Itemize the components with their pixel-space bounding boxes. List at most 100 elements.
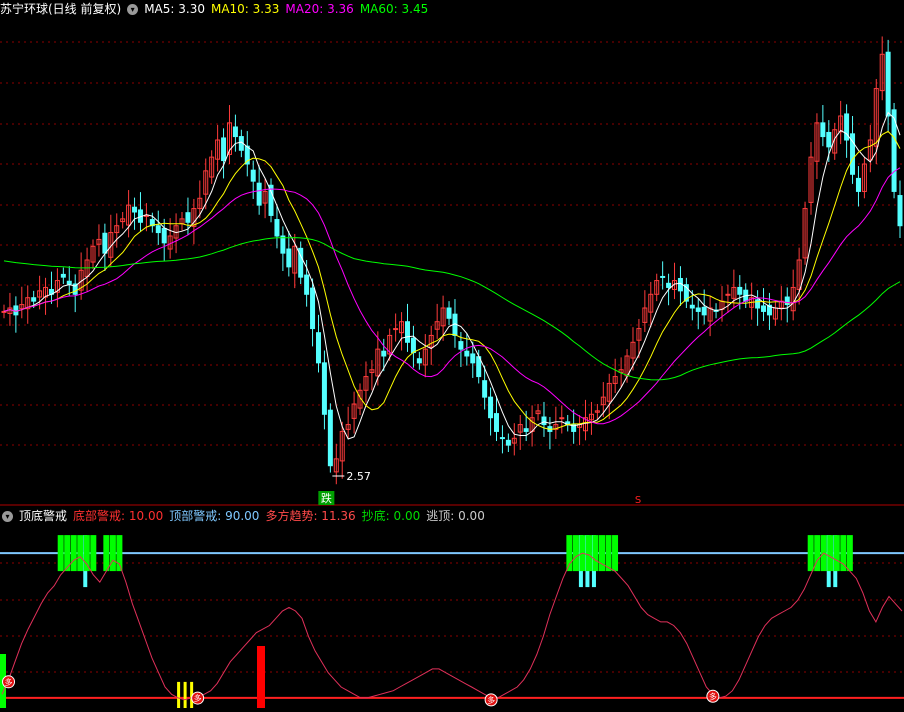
indicator-settings-icon[interactable]: ▾ xyxy=(2,511,13,522)
top-zone-bar xyxy=(109,535,116,572)
candle-body xyxy=(737,286,743,295)
candle-body xyxy=(102,232,108,254)
candle-body xyxy=(541,416,547,426)
candle-body xyxy=(482,380,488,398)
candle-body xyxy=(221,137,227,162)
ma10-label: MA10: 3.33 xyxy=(210,2,280,16)
top-zone-bar xyxy=(833,535,840,572)
candle-body xyxy=(660,275,666,278)
top-zone-bar xyxy=(70,535,77,572)
candle-body xyxy=(784,296,790,306)
candle-body xyxy=(1,310,7,313)
candle-body xyxy=(132,206,138,213)
candle-body xyxy=(268,184,274,216)
candle-body xyxy=(274,219,280,237)
candle-body xyxy=(458,341,464,350)
main-title: 苏宁环球(日线 前复权) xyxy=(0,2,122,16)
ma10-line xyxy=(3,130,901,430)
down-marker-text: 跌 xyxy=(321,491,332,505)
top-zone-bar xyxy=(57,535,64,572)
settings-icon[interactable]: ▾ xyxy=(127,4,139,15)
top-zone-bar xyxy=(592,535,599,572)
candle-body xyxy=(381,350,387,357)
ma5-line xyxy=(3,111,901,440)
top-zone-bar xyxy=(807,535,814,572)
candle-body xyxy=(488,396,494,419)
ma60-label: MA60: 3.45 xyxy=(359,2,429,16)
indicator-header: ▾ 顶底警戒 底部警戒: 10.00 顶部警戒: 90.00 多方趋势: 11.36 抄底… xyxy=(0,507,491,525)
candle-body xyxy=(327,409,333,467)
bottom-zone-bar xyxy=(177,681,181,708)
ma20-line xyxy=(3,167,901,425)
candle-body xyxy=(280,235,286,254)
top-alert-label: 顶部警戒: 90.00 xyxy=(169,509,260,523)
candle-body xyxy=(523,428,529,432)
candle-body xyxy=(826,131,832,148)
candle-body xyxy=(855,177,861,192)
candle-body xyxy=(689,304,695,309)
top-zone-bar xyxy=(846,535,853,572)
ma5-label: MA5: 3.30 xyxy=(144,2,205,16)
candle-body xyxy=(494,413,500,432)
top-zone-bar xyxy=(83,535,90,572)
candle-body xyxy=(505,439,511,446)
trend-label: 多方趋势: 11.36 xyxy=(265,509,356,523)
bottom-zone-bar xyxy=(183,681,187,708)
red-signal-bar xyxy=(257,646,265,708)
candle-body xyxy=(404,321,410,343)
candle-body xyxy=(310,287,316,330)
candle-body xyxy=(559,417,565,420)
candle-body xyxy=(725,293,731,296)
candle-body xyxy=(446,307,452,319)
candle-body xyxy=(185,212,191,223)
candle-body xyxy=(897,195,903,227)
top-zone-bar xyxy=(566,535,573,572)
candle-body xyxy=(321,362,327,415)
candle-body xyxy=(701,306,707,316)
top-zone-bar xyxy=(103,535,110,572)
candle-body xyxy=(315,332,321,364)
candle-body xyxy=(256,182,262,206)
candle-body xyxy=(416,358,422,364)
candle-body xyxy=(470,353,476,364)
candle-body xyxy=(60,273,66,278)
buy-bottom-label: 抄底: 0.00 xyxy=(361,509,421,523)
candle-body xyxy=(66,280,72,285)
top-zone-bar xyxy=(827,535,834,572)
chart-stage: 2.57 跌 S 多多多多 苏宁环球(日线 前复权) ▾ MA5: 3.30 MA10: 3… xyxy=(0,0,904,712)
candle-body xyxy=(286,248,292,268)
candle-body xyxy=(232,126,238,138)
candle-body xyxy=(820,122,826,138)
candle-body xyxy=(666,282,672,288)
top-zone-bar xyxy=(605,535,612,572)
main-header: 苏宁环球(日线 前复权) ▾ MA5: 3.30 MA10: 3.33 MA20: 3.… xyxy=(0,0,434,18)
buy-marker-text-2: 多 xyxy=(487,695,495,705)
candle-body xyxy=(13,305,19,316)
buy-marker-text-3: 多 xyxy=(709,691,717,701)
buy-marker-text-0: 多 xyxy=(5,677,13,687)
top-zone-bar xyxy=(572,535,579,572)
top-zone-bar xyxy=(612,535,619,572)
ma20-label: MA20: 3.36 xyxy=(285,2,354,16)
candle-body xyxy=(410,337,416,354)
top-zone-bar xyxy=(77,535,84,572)
buy-marker-text-1: 多 xyxy=(194,693,202,703)
candle-body xyxy=(304,274,310,295)
top-zone-bar xyxy=(585,535,592,572)
candle-body xyxy=(155,225,161,234)
candle-body xyxy=(885,51,891,117)
kline-svg: 2.57跌 S多多多多 xyxy=(0,36,904,708)
sell-marker: S xyxy=(635,495,641,506)
top-zone-bar xyxy=(90,535,97,572)
candle-body xyxy=(161,227,167,244)
candle-body xyxy=(755,299,761,309)
trend-line xyxy=(1,552,903,701)
bottom-alert-label: 底部警戒: 10.00 xyxy=(73,509,164,523)
top-zone-bar xyxy=(116,535,123,572)
low-price-label: 2.57 xyxy=(346,470,371,483)
candle-body xyxy=(393,328,399,331)
candle-body xyxy=(761,305,767,312)
candle-body xyxy=(499,437,505,440)
candle-body xyxy=(31,297,37,302)
indicator-title: 顶底警戒 xyxy=(19,509,68,523)
